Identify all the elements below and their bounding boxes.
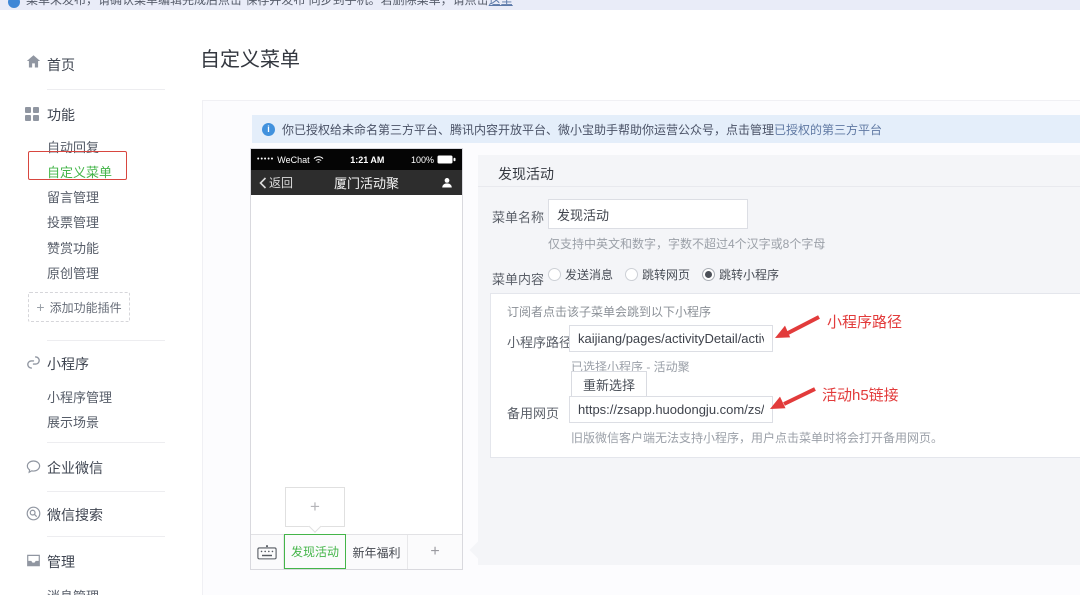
add-submenu-button[interactable]: +: [285, 487, 345, 527]
radio-send-message[interactable]: 发送消息: [548, 266, 613, 283]
add-menu-button[interactable]: +: [408, 535, 462, 569]
sidebar-item-reward[interactable]: 赞赏功能: [47, 238, 99, 257]
sidebar-item-display-scene[interactable]: 展示场景: [47, 412, 99, 431]
sidebar-item-work-wechat[interactable]: 企业微信: [47, 458, 103, 478]
work-wechat-chat-icon: [26, 460, 41, 474]
annotation-h5-link: 活动h5链接: [822, 387, 899, 404]
chevron-left-icon: [259, 176, 267, 189]
sidebar-item-message-manage[interactable]: 消息管理: [47, 586, 99, 595]
red-arrow-annotation: [775, 315, 820, 338]
backup-page-hint: 旧版微信客户端无法支持小程序，用户点击菜单时将会打开备用网页。: [571, 431, 944, 445]
account-title: 厦门活动聚: [334, 176, 400, 191]
sidebar-item-manage[interactable]: 管理: [47, 552, 75, 572]
radio-jump-webpage[interactable]: 跳转网页: [625, 266, 690, 283]
banner-link[interactable]: 已授权的第三方平台: [774, 121, 882, 138]
editor-panel-title: 发现活动: [498, 166, 554, 182]
phone-menu-bar: 发现活动 新年福利 +: [251, 534, 462, 569]
radio-label: 跳转网页: [642, 268, 691, 282]
battery-icon: [437, 155, 456, 164]
radio-icon: [625, 268, 639, 281]
menu-content-options: 发送消息 跳转网页 跳转小程序: [548, 266, 791, 283]
battery-percent: 100%: [410, 154, 434, 165]
annotation-mp-path: 小程序路径: [827, 314, 903, 331]
divider: [47, 442, 165, 443]
notice-text-body: 菜单未发布，请确认菜单编辑完成后点击 保存并发布 同步到手机。若删除菜单，请点击: [26, 0, 489, 7]
add-plugin-label: 添加功能插件: [49, 300, 122, 315]
authorization-banner: i 你已授权给未命名第三方平台、腾讯内容开放平台、微小宝助手帮助你运营公众号，点…: [252, 115, 1080, 143]
notice-link[interactable]: 这里: [489, 0, 513, 7]
sidebar-item-comments[interactable]: 留言管理: [47, 187, 99, 206]
menu-name-label: 菜单名称: [492, 210, 545, 225]
menu-content-label: 菜单内容: [492, 272, 545, 287]
sidebar-item-miniprogram-manage[interactable]: 小程序管理: [47, 387, 112, 406]
sidebar-item-auto-reply[interactable]: 自动回复: [47, 137, 99, 156]
divider: [478, 186, 1080, 187]
divider: [47, 89, 165, 90]
phone-time: 1:21 AM: [350, 154, 385, 165]
menu-item-newyear-bonus[interactable]: 新年福利: [346, 535, 408, 569]
backup-page-input[interactable]: [569, 396, 773, 423]
info-icon: i: [262, 122, 275, 136]
sidebar-item-custom-menu[interactable]: 自定义菜单: [47, 162, 112, 181]
miniprogram-icon: [27, 356, 40, 369]
backup-page-label: 备用网页: [507, 406, 560, 421]
plus-icon: +: [310, 497, 320, 516]
carrier-label: WeChat: [277, 154, 310, 165]
menu-editor-panel: 发现活动 菜单名称 仅支持中英文和数字，字数不超过4个汉字或8个字母 菜单内容 …: [469, 155, 1080, 565]
info-icon: [8, 0, 20, 8]
features-grid-icon: [25, 107, 42, 124]
add-plugin-button[interactable]: + 添加功能插件: [28, 292, 130, 322]
miniprogram-path-label: 小程序路径: [507, 335, 573, 350]
notice-text: 菜单未发布，请确认菜单编辑完成后点击 保存并发布 同步到手机。若删除菜单，请点击…: [26, 0, 513, 8]
divider: [47, 536, 165, 537]
top-notice-bar: 菜单未发布，请确认菜单编辑完成后点击 保存并发布 同步到手机。若删除菜单，请点击…: [0, 0, 1080, 10]
menu-item-discover-activity[interactable]: 发现活动: [284, 534, 346, 569]
sidebar-item-original[interactable]: 原创管理: [47, 263, 99, 282]
sidebar-item-miniprogram[interactable]: 小程序: [47, 354, 89, 374]
banner-text: 你已授权给未命名第三方平台、腾讯内容开放平台、微小宝助手帮助你运营公众号，点击管…: [282, 122, 775, 137]
reselect-button[interactable]: 重新选择: [571, 371, 647, 397]
miniprogram-intro: 订阅者点击该子菜单会跳到以下小程序: [507, 305, 712, 319]
menu-name-input[interactable]: [548, 199, 748, 229]
miniprogram-path-input[interactable]: [569, 325, 773, 352]
sidebar-item-home[interactable]: 首页: [47, 55, 75, 75]
phone-chat-body: [251, 195, 462, 534]
phone-status-bar: ••••• WeChat 1:21 AM 100%: [251, 149, 462, 170]
wechat-mp-admin: 菜单未发布，请确认菜单编辑完成后点击 保存并发布 同步到手机。若删除菜单，请点击…: [0, 0, 1080, 595]
radio-label: 发送消息: [565, 268, 614, 282]
sidebar: 首页 功能 自动回复 自定义菜单 留言管理 投票管理 赞赏功能 原创管理 + 添…: [0, 10, 180, 595]
person-icon[interactable]: [440, 176, 454, 190]
radio-icon: [548, 268, 561, 281]
home-icon: [26, 55, 41, 68]
phone-preview: ••••• WeChat 1:21 AM 100% 返回 厦门活动聚 + 发现活…: [250, 148, 463, 570]
plus-icon: +: [36, 299, 45, 315]
divider: [47, 491, 165, 492]
red-arrow-annotation: [770, 387, 816, 409]
manage-tray-icon: [27, 554, 40, 567]
keyboard-icon: [257, 544, 277, 559]
back-button[interactable]: 返回: [259, 174, 293, 191]
radio-checked-icon: [702, 268, 716, 281]
wifi-icon: [313, 156, 323, 163]
wechat-search-icon: [26, 506, 41, 521]
menu-name-hint: 仅支持中英文和数字，字数不超过4个汉字或8个字母: [548, 237, 826, 251]
radio-jump-miniprogram[interactable]: 跳转小程序: [702, 266, 779, 283]
back-label: 返回: [269, 176, 294, 190]
signal-dots-icon: •••••: [257, 156, 275, 163]
page-title: 自定义菜单: [200, 49, 300, 71]
phone-nav-bar: 返回 厦门活动聚: [251, 170, 462, 195]
divider: [47, 340, 165, 341]
sidebar-item-features[interactable]: 功能: [47, 105, 75, 125]
radio-label: 跳转小程序: [719, 268, 780, 282]
keyboard-toggle[interactable]: [251, 535, 284, 569]
sidebar-item-wechat-search[interactable]: 微信搜索: [47, 505, 103, 525]
sidebar-item-votes[interactable]: 投票管理: [47, 212, 99, 231]
